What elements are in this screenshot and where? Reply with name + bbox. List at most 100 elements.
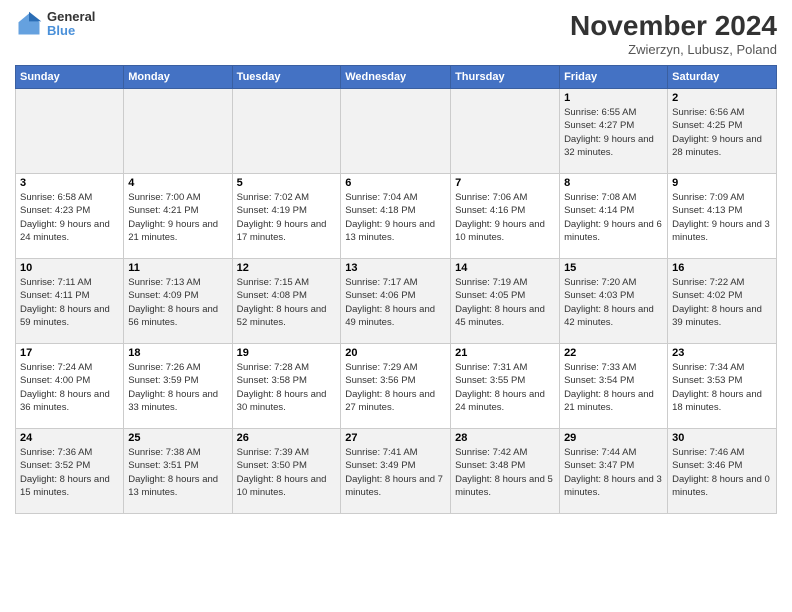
- day-cell: 20 Sunrise: 7:29 AMSunset: 3:56 PMDaylig…: [341, 344, 451, 429]
- day-info: Sunrise: 7:06 AMSunset: 4:16 PMDaylight:…: [455, 191, 555, 244]
- header-tuesday: Tuesday: [232, 66, 341, 89]
- day-cell: 3 Sunrise: 6:58 AMSunset: 4:23 PMDayligh…: [16, 174, 124, 259]
- calendar-body: 1 Sunrise: 6:55 AMSunset: 4:27 PMDayligh…: [16, 89, 777, 514]
- day-cell: 22 Sunrise: 7:33 AMSunset: 3:54 PMDaylig…: [560, 344, 668, 429]
- day-number: 30: [672, 432, 772, 444]
- day-number: 28: [455, 432, 555, 444]
- day-info: Sunrise: 7:46 AMSunset: 3:46 PMDaylight:…: [672, 446, 772, 499]
- day-info: Sunrise: 7:04 AMSunset: 4:18 PMDaylight:…: [345, 191, 446, 244]
- day-info: Sunrise: 7:36 AMSunset: 3:52 PMDaylight:…: [20, 446, 119, 499]
- day-cell: 1 Sunrise: 6:55 AMSunset: 4:27 PMDayligh…: [560, 89, 668, 174]
- header-saturday: Saturday: [668, 66, 777, 89]
- title-block: November 2024 Zwierzyn, Lubusz, Poland: [570, 10, 777, 57]
- day-info: Sunrise: 7:22 AMSunset: 4:02 PMDaylight:…: [672, 276, 772, 329]
- day-info: Sunrise: 7:00 AMSunset: 4:21 PMDaylight:…: [128, 191, 227, 244]
- day-info: Sunrise: 7:24 AMSunset: 4:00 PMDaylight:…: [20, 361, 119, 414]
- day-number: 16: [672, 262, 772, 274]
- day-number: 19: [237, 347, 337, 359]
- day-cell: [124, 89, 232, 174]
- header-sunday: Sunday: [16, 66, 124, 89]
- header-wednesday: Wednesday: [341, 66, 451, 89]
- day-info: Sunrise: 7:13 AMSunset: 4:09 PMDaylight:…: [128, 276, 227, 329]
- week-row-5: 24 Sunrise: 7:36 AMSunset: 3:52 PMDaylig…: [16, 429, 777, 514]
- day-cell: 10 Sunrise: 7:11 AMSunset: 4:11 PMDaylig…: [16, 259, 124, 344]
- day-cell: 17 Sunrise: 7:24 AMSunset: 4:00 PMDaylig…: [16, 344, 124, 429]
- day-cell: 16 Sunrise: 7:22 AMSunset: 4:02 PMDaylig…: [668, 259, 777, 344]
- day-info: Sunrise: 7:20 AMSunset: 4:03 PMDaylight:…: [564, 276, 663, 329]
- day-number: 20: [345, 347, 446, 359]
- day-number: 21: [455, 347, 555, 359]
- day-number: 13: [345, 262, 446, 274]
- day-number: 7: [455, 177, 555, 189]
- day-number: 27: [345, 432, 446, 444]
- day-info: Sunrise: 7:38 AMSunset: 3:51 PMDaylight:…: [128, 446, 227, 499]
- week-row-4: 17 Sunrise: 7:24 AMSunset: 4:00 PMDaylig…: [16, 344, 777, 429]
- day-info: Sunrise: 7:15 AMSunset: 4:08 PMDaylight:…: [237, 276, 337, 329]
- day-cell: 2 Sunrise: 6:56 AMSunset: 4:25 PMDayligh…: [668, 89, 777, 174]
- day-number: 5: [237, 177, 337, 189]
- day-cell: 30 Sunrise: 7:46 AMSunset: 3:46 PMDaylig…: [668, 429, 777, 514]
- day-cell: [451, 89, 560, 174]
- day-cell: 15 Sunrise: 7:20 AMSunset: 4:03 PMDaylig…: [560, 259, 668, 344]
- day-number: 3: [20, 177, 119, 189]
- month-title: November 2024: [570, 10, 777, 42]
- calendar-header: Sunday Monday Tuesday Wednesday Thursday…: [16, 66, 777, 89]
- day-cell: [232, 89, 341, 174]
- day-number: 18: [128, 347, 227, 359]
- day-number: 9: [672, 177, 772, 189]
- logo-text: General Blue: [47, 10, 95, 39]
- day-number: 17: [20, 347, 119, 359]
- day-cell: 19 Sunrise: 7:28 AMSunset: 3:58 PMDaylig…: [232, 344, 341, 429]
- day-cell: 29 Sunrise: 7:44 AMSunset: 3:47 PMDaylig…: [560, 429, 668, 514]
- day-cell: 9 Sunrise: 7:09 AMSunset: 4:13 PMDayligh…: [668, 174, 777, 259]
- day-number: 22: [564, 347, 663, 359]
- day-cell: 5 Sunrise: 7:02 AMSunset: 4:19 PMDayligh…: [232, 174, 341, 259]
- day-number: 14: [455, 262, 555, 274]
- day-number: 26: [237, 432, 337, 444]
- day-number: 10: [20, 262, 119, 274]
- day-number: 23: [672, 347, 772, 359]
- day-cell: 6 Sunrise: 7:04 AMSunset: 4:18 PMDayligh…: [341, 174, 451, 259]
- weekday-header-row: Sunday Monday Tuesday Wednesday Thursday…: [16, 66, 777, 89]
- day-cell: [16, 89, 124, 174]
- header: General Blue November 2024 Zwierzyn, Lub…: [15, 10, 777, 57]
- day-cell: 26 Sunrise: 7:39 AMSunset: 3:50 PMDaylig…: [232, 429, 341, 514]
- day-cell: 8 Sunrise: 7:08 AMSunset: 4:14 PMDayligh…: [560, 174, 668, 259]
- day-cell: 25 Sunrise: 7:38 AMSunset: 3:51 PMDaylig…: [124, 429, 232, 514]
- location-subtitle: Zwierzyn, Lubusz, Poland: [570, 42, 777, 57]
- day-info: Sunrise: 7:39 AMSunset: 3:50 PMDaylight:…: [237, 446, 337, 499]
- logo-icon: [15, 10, 43, 38]
- day-cell: 7 Sunrise: 7:06 AMSunset: 4:16 PMDayligh…: [451, 174, 560, 259]
- day-cell: 12 Sunrise: 7:15 AMSunset: 4:08 PMDaylig…: [232, 259, 341, 344]
- week-row-3: 10 Sunrise: 7:11 AMSunset: 4:11 PMDaylig…: [16, 259, 777, 344]
- day-number: 15: [564, 262, 663, 274]
- day-number: 24: [20, 432, 119, 444]
- day-info: Sunrise: 7:42 AMSunset: 3:48 PMDaylight:…: [455, 446, 555, 499]
- day-number: 25: [128, 432, 227, 444]
- day-number: 1: [564, 92, 663, 104]
- day-number: 12: [237, 262, 337, 274]
- day-number: 6: [345, 177, 446, 189]
- day-cell: 11 Sunrise: 7:13 AMSunset: 4:09 PMDaylig…: [124, 259, 232, 344]
- day-info: Sunrise: 7:29 AMSunset: 3:56 PMDaylight:…: [345, 361, 446, 414]
- day-cell: 24 Sunrise: 7:36 AMSunset: 3:52 PMDaylig…: [16, 429, 124, 514]
- main-container: General Blue November 2024 Zwierzyn, Lub…: [0, 0, 792, 519]
- day-info: Sunrise: 6:55 AMSunset: 4:27 PMDaylight:…: [564, 106, 663, 159]
- day-number: 11: [128, 262, 227, 274]
- day-cell: 23 Sunrise: 7:34 AMSunset: 3:53 PMDaylig…: [668, 344, 777, 429]
- header-friday: Friday: [560, 66, 668, 89]
- day-cell: 4 Sunrise: 7:00 AMSunset: 4:21 PMDayligh…: [124, 174, 232, 259]
- day-info: Sunrise: 7:34 AMSunset: 3:53 PMDaylight:…: [672, 361, 772, 414]
- day-info: Sunrise: 7:11 AMSunset: 4:11 PMDaylight:…: [20, 276, 119, 329]
- day-info: Sunrise: 7:08 AMSunset: 4:14 PMDaylight:…: [564, 191, 663, 244]
- day-info: Sunrise: 7:44 AMSunset: 3:47 PMDaylight:…: [564, 446, 663, 499]
- header-thursday: Thursday: [451, 66, 560, 89]
- day-info: Sunrise: 7:41 AMSunset: 3:49 PMDaylight:…: [345, 446, 446, 499]
- calendar-table: Sunday Monday Tuesday Wednesday Thursday…: [15, 65, 777, 514]
- day-cell: 13 Sunrise: 7:17 AMSunset: 4:06 PMDaylig…: [341, 259, 451, 344]
- day-info: Sunrise: 7:31 AMSunset: 3:55 PMDaylight:…: [455, 361, 555, 414]
- day-cell: [341, 89, 451, 174]
- header-monday: Monday: [124, 66, 232, 89]
- day-number: 2: [672, 92, 772, 104]
- week-row-1: 1 Sunrise: 6:55 AMSunset: 4:27 PMDayligh…: [16, 89, 777, 174]
